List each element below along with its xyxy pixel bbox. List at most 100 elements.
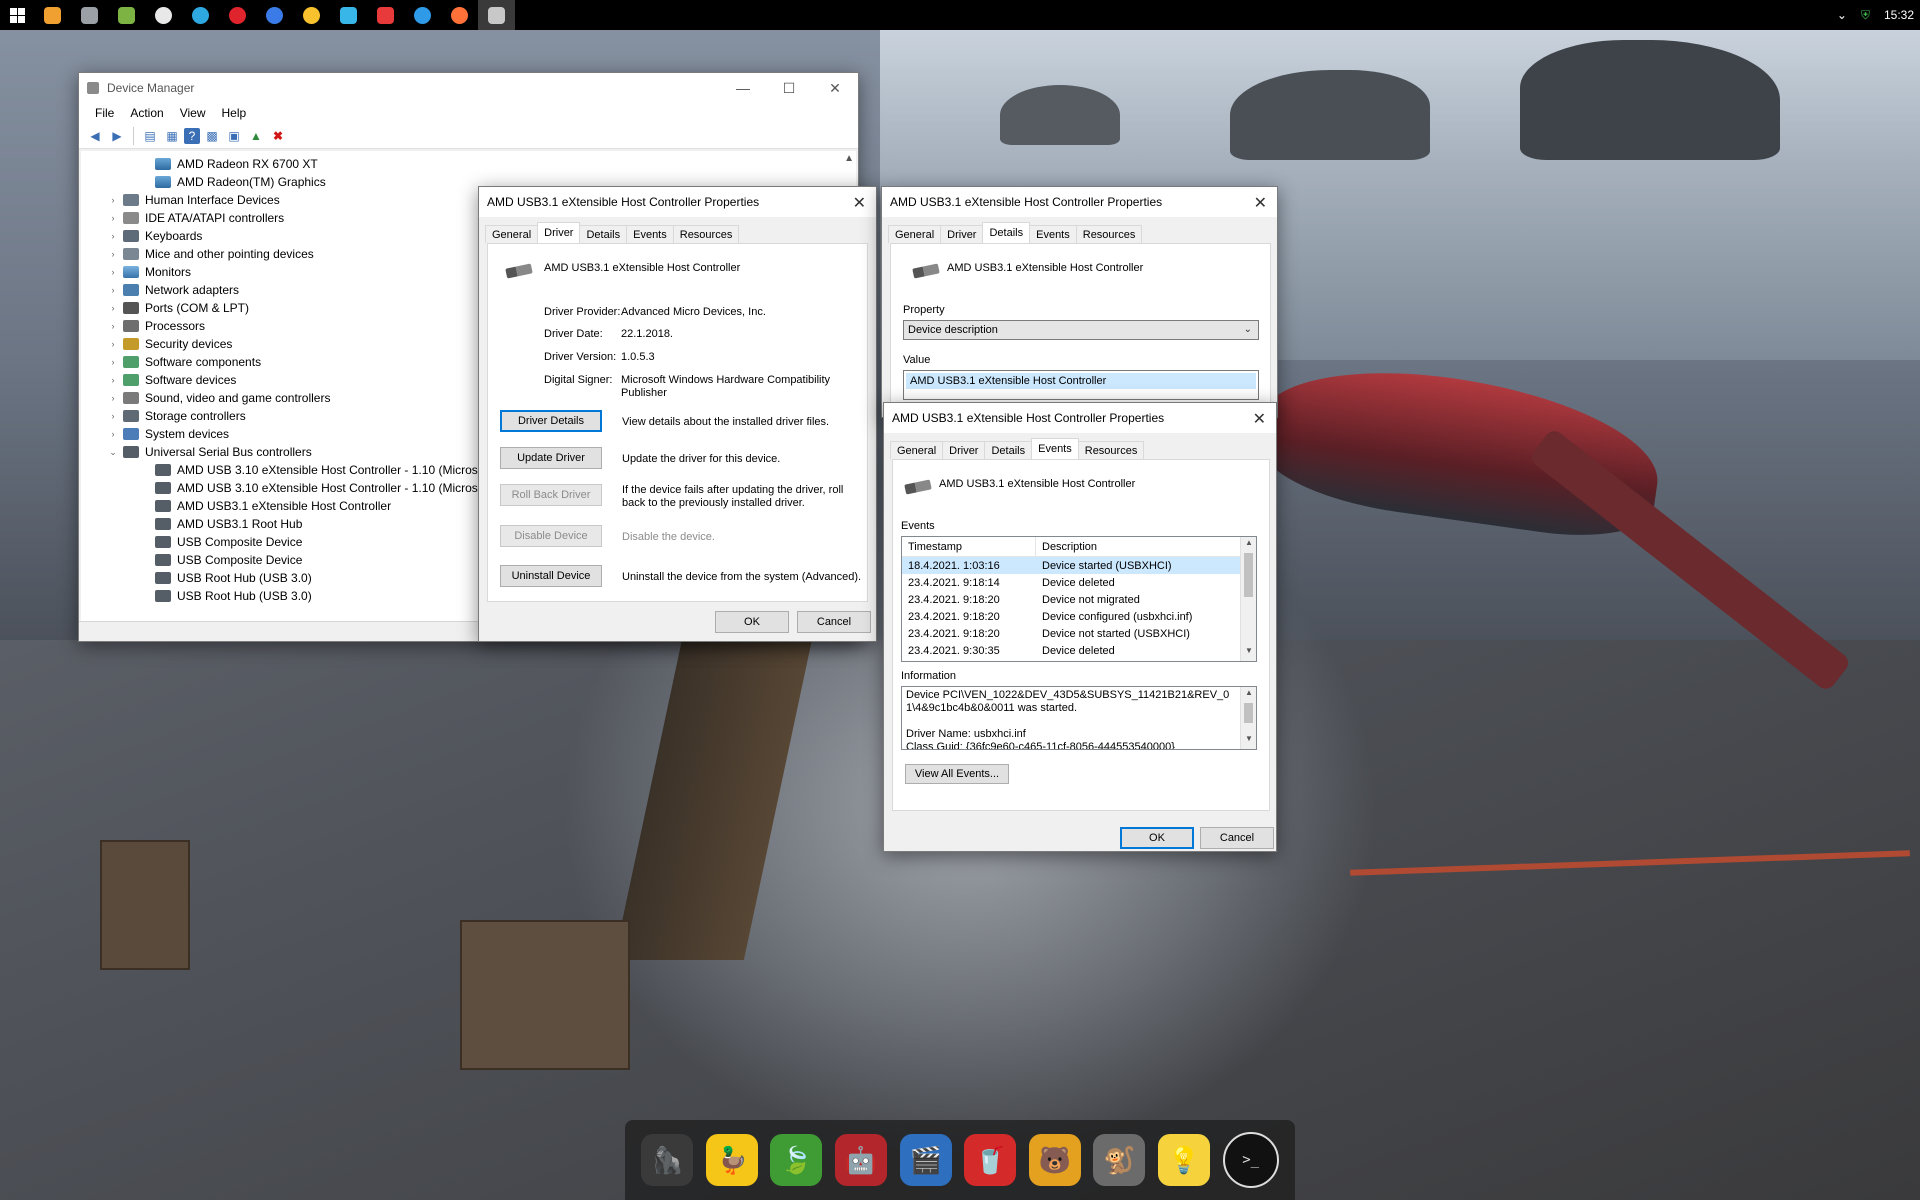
taskbar-app-button[interactable] [219,0,256,30]
chevron-right-icon[interactable]: › [107,213,119,223]
terminal-app-icon[interactable]: >_ [1222,1132,1279,1188]
lightbulb-app-icon[interactable]: 💡 [1158,1134,1211,1186]
dialog-titlebar[interactable]: AMD USB3.1 eXtensible Host Controller Pr… [882,187,1277,217]
device-manager-titlebar[interactable]: Device Manager — ☐ ✕ [79,73,858,103]
event-row[interactable]: 23.4.2021. 9:18:20 Device not started (US… [902,625,1256,642]
chevron-right-icon[interactable]: › [107,249,119,259]
ironman-app-icon[interactable]: 🤖 [835,1134,888,1186]
events-list[interactable]: Timestamp Description 18.4.2021. 1:03:16… [901,536,1257,662]
taskbar-app-button[interactable] [71,0,108,30]
menu-view[interactable]: View [172,106,214,120]
scroll-up-arrow-icon[interactable]: ▲ [844,153,854,164]
chevron-right-icon[interactable]: › [107,303,119,313]
event-row[interactable]: 23.4.2021. 9:18:20 Device configured (usb… [902,608,1256,625]
scan-hardware-icon[interactable]: ▣ [224,126,244,146]
taskbar-app-button[interactable] [182,0,219,30]
chevron-right-icon[interactable]: › [107,195,119,205]
tab-events[interactable]: Events [626,225,674,243]
update-driver-icon[interactable]: ▲ [246,126,266,146]
tab-details[interactable]: Details [982,222,1031,243]
event-row[interactable]: 18.4.2021. 1:03:16 Device started (USBXHC… [902,557,1256,574]
shield-icon[interactable]: ⛨ [1861,8,1870,23]
chevron-right-icon[interactable]: › [107,321,119,331]
taskbar-app-button[interactable] [404,0,441,30]
tab-resources[interactable]: Resources [672,225,740,243]
chevron-right-icon[interactable]: › [107,231,119,241]
gorilla-app-icon[interactable]: 🦍 [641,1134,694,1186]
taskbar-app-button[interactable] [256,0,293,30]
scroll-down-icon[interactable]: ▼ [1241,734,1256,748]
event-row[interactable]: 23.4.2021. 9:18:20 Device not migrated [902,591,1256,608]
start-button[interactable] [0,0,34,30]
tab-general[interactable]: General [890,441,944,459]
driver-details-button[interactable]: Driver Details [500,410,602,432]
taskbar-app-button[interactable] [108,0,145,30]
scroll-thumb[interactable] [1244,553,1253,597]
tab-resources[interactable]: Resources [1077,441,1145,459]
close-button[interactable]: ✕ [812,73,858,103]
update-driver-button[interactable]: Update Driver [500,447,602,469]
ok-button[interactable]: OK [715,611,789,633]
tree-item[interactable]: AMD Radeon RX 6700 XT [81,155,856,173]
view-all-events-button[interactable]: View All Events... [905,764,1009,784]
ok-button[interactable]: OK [1120,827,1194,849]
taskbar-app-button[interactable] [330,0,367,30]
cancel-button[interactable]: Cancel [1200,827,1274,849]
tab-events[interactable]: Events [1029,225,1077,243]
dialog-titlebar[interactable]: AMD USB3.1 eXtensible Host Controller Pr… [884,403,1276,433]
uninstall-device-button[interactable]: Uninstall Device [500,565,602,587]
bear-app-icon[interactable]: 🐻 [1028,1134,1081,1186]
scroll-up-icon[interactable]: ▲ [1241,688,1256,702]
close-icon[interactable]: ✕ [853,193,866,213]
show-hide-tree-icon[interactable]: ▤ [140,126,160,146]
properties-icon[interactable]: ▦ [162,126,182,146]
tab-general[interactable]: General [888,225,942,243]
back-arrow-icon[interactable]: ◀ [85,126,105,146]
roll-back-driver-button[interactable]: Roll Back Driver [500,484,602,506]
tab-general[interactable]: General [485,225,539,243]
chevron-up-icon[interactable]: ⌄ [1837,8,1847,22]
scroll-thumb[interactable] [1244,703,1253,723]
uninstall-device-icon[interactable]: ✖ [268,126,288,146]
dialog-titlebar[interactable]: AMD USB3.1 eXtensible Host Controller Pr… [479,187,876,217]
tab-driver[interactable]: Driver [940,225,984,243]
chevron-down-icon[interactable]: ⌄ [107,447,119,458]
chevron-right-icon[interactable]: › [107,285,119,295]
value-item[interactable]: AMD USB3.1 eXtensible Host Controller [906,373,1256,389]
tab-resources[interactable]: Resources [1075,225,1143,243]
chevron-right-icon[interactable]: › [107,429,119,439]
clock[interactable]: 15:32 [1884,8,1914,22]
menu-help[interactable]: Help [214,106,255,120]
chevron-right-icon[interactable]: › [107,357,119,367]
value-list[interactable]: AMD USB3.1 eXtensible Host Controller [903,370,1259,400]
col-description[interactable]: Description [1036,537,1241,556]
tab-details[interactable]: Details [984,441,1033,459]
close-icon[interactable]: ✕ [1254,193,1267,213]
duck-app-icon[interactable]: 🦆 [705,1134,758,1186]
information-scrollbar[interactable]: ▲ ▼ [1240,687,1256,749]
property-dropdown[interactable]: Device description ⌄ [903,320,1259,340]
chevron-right-icon[interactable]: › [107,393,119,403]
forward-arrow-icon[interactable]: ▶ [107,126,127,146]
taskbar-app-button[interactable] [367,0,404,30]
leaf-app-icon[interactable]: 🍃 [770,1134,823,1186]
close-icon[interactable]: ✕ [1253,409,1266,429]
help-icon[interactable]: ? [184,127,200,144]
menu-action[interactable]: Action [122,106,171,120]
minimize-button[interactable]: — [720,73,766,103]
taskbar-app-button[interactable] [293,0,330,30]
tab-details[interactable]: Details [579,225,628,243]
tab-driver[interactable]: Driver [942,441,986,459]
menu-file[interactable]: File [87,106,122,120]
chevron-right-icon[interactable]: › [107,339,119,349]
chevron-right-icon[interactable]: › [107,267,119,277]
soda-app-icon[interactable]: 🥤 [964,1134,1017,1186]
information-box[interactable]: Device PCI\VEN_1022&DEV_43D5&SUBSYS_1142… [901,686,1257,750]
scroll-up-icon[interactable]: ▲ [1241,538,1256,552]
taskbar-app-button[interactable] [441,0,478,30]
clapperboard-app-icon[interactable]: 🎬 [899,1134,952,1186]
event-row[interactable]: 23.4.2021. 9:18:14 Device deleted [902,574,1256,591]
chevron-right-icon[interactable]: › [107,375,119,385]
taskbar-app-button[interactable] [478,0,515,30]
tab-driver[interactable]: Driver [537,222,581,243]
